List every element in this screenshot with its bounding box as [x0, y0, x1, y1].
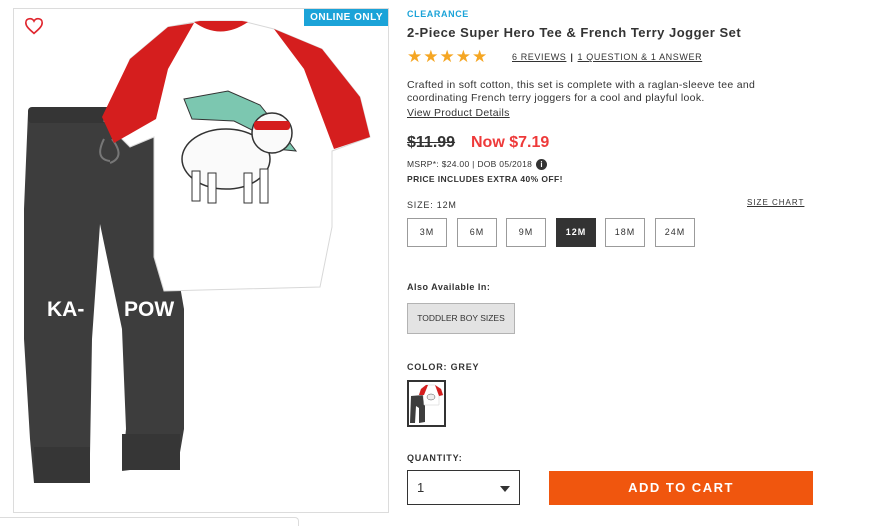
rating-stars[interactable]: ★★★★★: [407, 48, 488, 66]
jogger-text-left: KA-: [47, 298, 84, 321]
size-option-24m[interactable]: 24M: [655, 218, 695, 247]
quantity-label: QUANTITY:: [407, 453, 463, 463]
review-links: 6 REVIEWS | 1 QUESTION & 1 ANSWER: [512, 52, 702, 62]
size-option-12m[interactable]: 12M: [556, 218, 596, 247]
questions-link[interactable]: 1 QUESTION & 1 ANSWER: [578, 52, 703, 62]
product-image[interactable]: KA- POW: [14, 9, 389, 513]
wishlist-heart-icon[interactable]: [24, 17, 44, 35]
size-chart-link[interactable]: SIZE CHART: [747, 198, 804, 207]
size-option-6m[interactable]: 6M: [457, 218, 497, 247]
view-product-details-link[interactable]: View Product Details: [407, 107, 510, 119]
size-option-9m[interactable]: 9M: [506, 218, 546, 247]
add-to-cart-button[interactable]: ADD TO CART: [549, 471, 813, 505]
product-description: Crafted in soft cotton, this set is comp…: [407, 79, 756, 104]
msrp-info: MSRP*: $24.00 | DOB 05/2018 i: [407, 159, 548, 171]
also-available-label: Also Available In:: [407, 282, 491, 292]
reviews-link[interactable]: 6 REVIEWS: [512, 52, 566, 62]
product-title: 2-Piece Super Hero Tee & French Terry Jo…: [407, 25, 742, 40]
jogger-text-right: POW: [124, 298, 174, 321]
extra-discount-note: PRICE INCLUDES EXTRA 40% OFF!: [407, 174, 563, 184]
chevron-down-icon: [500, 486, 510, 492]
product-image-frame: KA- POW ONLINE ONLY: [13, 8, 389, 513]
clearance-label: CLEARANCE: [407, 9, 469, 19]
online-only-badge: ONLINE ONLY: [304, 9, 388, 26]
msrp-text: MSRP*: $24.00 | DOB 05/2018: [407, 159, 533, 169]
size-label: SIZE: 12M: [407, 200, 457, 210]
info-icon[interactable]: i: [536, 159, 548, 171]
color-label: COLOR: GREY: [407, 362, 480, 372]
sale-price: Now $7.19: [471, 134, 550, 151]
size-option-18m[interactable]: 18M: [605, 218, 645, 247]
quantity-select[interactable]: 1: [407, 470, 520, 505]
original-price: $11.99: [407, 134, 456, 151]
swatch-thumbnail: [410, 384, 444, 423]
toddler-boy-sizes-button[interactable]: TODDLER BOY SIZES: [407, 303, 515, 334]
color-swatch-grey[interactable]: [407, 380, 446, 427]
size-option-3m[interactable]: 3M: [407, 218, 447, 247]
quantity-value: 1: [417, 480, 425, 495]
separator: |: [570, 52, 574, 62]
